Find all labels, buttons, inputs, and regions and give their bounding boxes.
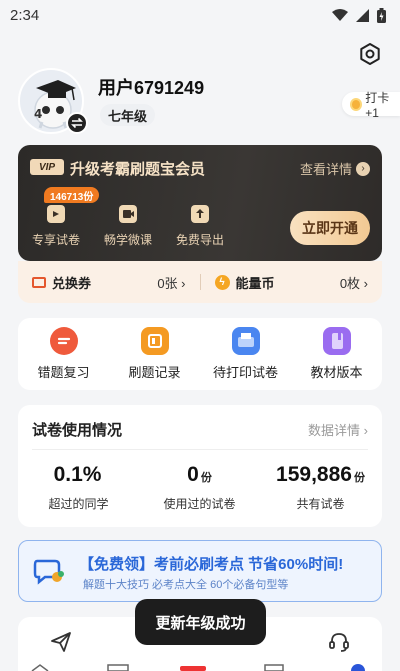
mistake-review-icon: [49, 327, 78, 355]
status-icons: [332, 7, 386, 23]
tool-label: 待打印试卷: [212, 365, 278, 380]
stat-unit: 份: [353, 472, 365, 484]
coupon-value: 0张 ›: [157, 275, 186, 291]
lightning-icon: ϟ: [214, 274, 230, 290]
vip-feature-free-export[interactable]: 免费导出: [168, 205, 232, 248]
settings-hex-icon[interactable]: [358, 42, 382, 66]
vip-feature-label: 免费导出: [175, 233, 224, 247]
svg-text:4: 4: [34, 107, 42, 121]
chat-bubble-icon: [33, 559, 64, 585]
promo-title: 【免费领】考前必刷考点 节省60%时间!: [79, 556, 344, 573]
stat-beat-classmates: 0.1% 超过的同学: [18, 463, 139, 512]
username: 用户6791249: [98, 78, 205, 98]
vip-feature-exclusive-papers[interactable]: 专享试卷: [24, 205, 88, 248]
wallet-bar: 兑换券 0张 › ϟ 能量币 0枚 ›: [18, 261, 382, 303]
coupon-label: 兑换券: [52, 275, 92, 291]
tools-grid: 错题复习 刷题记录 待打印试卷 教材版本: [18, 318, 382, 390]
free-offer-banner[interactable]: 【免费领】考前必刷考点 节省60%时间! 解题十大技巧 必考点大全 60个必备句…: [18, 540, 382, 602]
print-paper-icon: [231, 327, 260, 355]
tool-textbook-version[interactable]: 教材版本: [297, 327, 377, 381]
stat-number: 0: [187, 463, 199, 486]
profile-section: 4 用户6791249 七年级: [18, 66, 382, 136]
usage-title: 试卷使用情况: [32, 422, 123, 439]
vip-badge: VIP: [30, 159, 64, 175]
send-icon[interactable]: [50, 631, 72, 653]
tool-mistake-review[interactable]: 错题复习: [24, 327, 104, 381]
textbook-icon: [322, 327, 351, 355]
status-bar: 2:34: [0, 0, 400, 30]
energy-coin-label: 能量币: [235, 275, 275, 291]
chevron-right-icon: ›: [356, 161, 370, 176]
stat-label: 共有试卷: [296, 497, 345, 511]
tool-label: 刷题记录: [128, 365, 181, 380]
vip-feature-label: 专享试卷: [31, 233, 80, 247]
coin-icon: [350, 97, 363, 111]
vip-feature-label: 畅学微课: [103, 233, 152, 247]
video-lesson-icon: [119, 205, 137, 223]
data-detail-link[interactable]: 数据详情 ›: [308, 420, 368, 439]
wifi-icon: [332, 8, 348, 21]
vip-feature-micro-lessons[interactable]: 畅学微课: [96, 205, 160, 248]
vip-detail-link[interactable]: 查看详情 ›: [300, 159, 370, 178]
paper-usage-card: 试卷使用情况 数据详情 › 0.1% 超过的同学 0份 使用过的试卷 159,8…: [18, 405, 382, 527]
paper-count-badge: 146713份: [44, 187, 100, 203]
promo-subtitle: 解题十大技巧 必考点大全 60个必备句型等: [83, 579, 289, 591]
stat-label: 超过的同学: [48, 497, 109, 511]
tool-print-paper[interactable]: 待打印试卷: [206, 327, 286, 381]
tool-label: 错题复习: [37, 365, 90, 380]
toast-message: 更新年级成功: [135, 599, 266, 645]
stat-number: 0.1%: [53, 463, 102, 486]
export-icon: [191, 205, 209, 223]
battery-icon: [377, 7, 386, 23]
switch-grade-icon[interactable]: [66, 112, 88, 134]
tool-practice-record[interactable]: 刷题记录: [115, 327, 195, 381]
stat-total-papers: 159,886 份 共有试卷: [260, 463, 381, 512]
coupon-icon: [32, 276, 46, 288]
energy-coin-entry[interactable]: ϟ 能量币 0枚 ›: [201, 273, 383, 292]
open-vip-button[interactable]: 立即开通: [290, 211, 370, 245]
divider: [32, 449, 368, 450]
exclusive-paper-icon: [47, 205, 65, 223]
customer-service-icon[interactable]: [328, 631, 350, 653]
vip-title: 升级考霸刷题宝会员: [70, 161, 206, 178]
stat-label: 使用过的试卷: [163, 497, 236, 511]
tool-label: 教材版本: [310, 365, 363, 380]
vip-detail-label: 查看详情: [299, 162, 352, 177]
checkin-button[interactable]: 打卡+1: [342, 91, 400, 120]
stat-number: 159,886: [276, 463, 352, 486]
energy-coin-value: 0枚 ›: [339, 275, 368, 291]
checkin-label: 打卡+1: [365, 90, 390, 120]
grade-button[interactable]: 七年级: [100, 104, 156, 126]
vip-card[interactable]: VIP 升级考霸刷题宝会员 查看详情 › 146713份 专享试卷 畅学微课 免…: [18, 145, 382, 261]
practice-record-icon: [140, 327, 169, 355]
status-time: 2:34: [10, 6, 40, 24]
coupon-entry[interactable]: 兑换券 0张 ›: [18, 273, 200, 292]
stat-used-papers: 0份 使用过的试卷: [139, 463, 260, 512]
bottom-nav-peek: [31, 664, 365, 671]
signal-icon: [356, 8, 369, 22]
stat-unit: 份: [200, 472, 212, 484]
